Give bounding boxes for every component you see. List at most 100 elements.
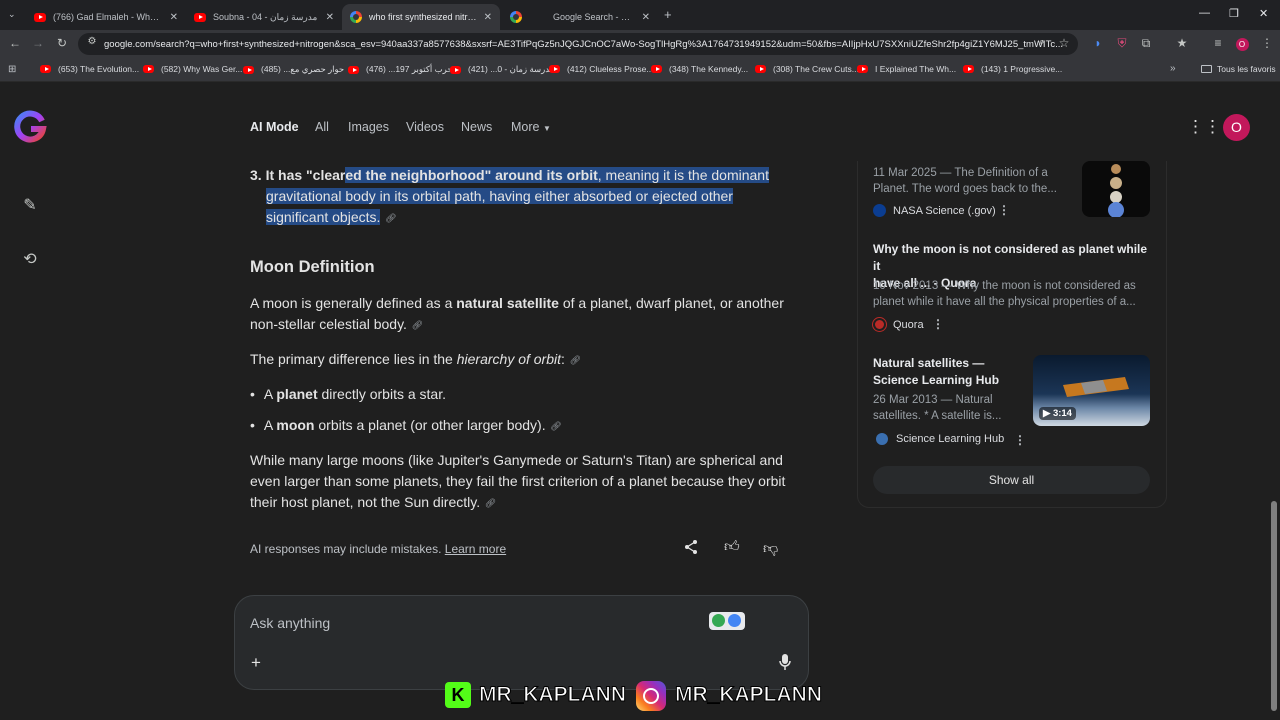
youtube-icon (243, 65, 254, 74)
menu-kebab-icon[interactable]: ⋮ (1259, 36, 1275, 50)
browser-toolbar: google.com/search?q=who+first+synthesize… (0, 30, 1280, 58)
criterion-3-line2: gravitational body in its orbital path, … (266, 188, 733, 204)
link-icon[interactable]: 🔗︎ (550, 420, 563, 433)
page-scrollbar[interactable] (1271, 501, 1277, 711)
quora-logo-icon (873, 318, 886, 331)
share-icon[interactable] (683, 539, 699, 560)
slh-logo-icon (876, 433, 888, 445)
address-bar[interactable]: google.com/search?q=who+first+synthesize… (78, 33, 1078, 55)
source-title[interactable]: Natural satellites — Science Learning Hub (873, 355, 1023, 389)
more-bookmarks-icon[interactable]: » (1170, 63, 1176, 74)
new-tab-icon[interactable]: + (664, 7, 672, 22)
minimize-icon[interactable]: — (1199, 7, 1210, 19)
show-all-button[interactable]: Show all (873, 466, 1150, 494)
caret-down-icon: ▼ (542, 124, 551, 133)
all-bookmarks-folder[interactable]: Tous les favoris (1201, 64, 1276, 74)
primary-difference: The primary difference lies in the hiera… (250, 351, 582, 367)
youtube-icon (348, 65, 359, 74)
tab-ai-mode[interactable]: AI Mode (250, 120, 299, 134)
tab-news[interactable]: News (461, 120, 492, 134)
tab-google-search[interactable]: Google Search - المصمم ✕ (502, 4, 658, 30)
bookmark-star-icon[interactable]: ☆ (1056, 36, 1072, 50)
watermark-handle-kick: MR_KAPLANN (479, 683, 627, 707)
ask-input[interactable]: Ask anything (250, 615, 330, 631)
maximize-icon[interactable]: ❐ (1229, 7, 1239, 20)
moon-paragraph: A moon is generally defined as a natural… (250, 295, 784, 332)
account-avatar[interactable]: O (1223, 114, 1250, 141)
moon-definition-heading: Moon Definition (250, 258, 375, 276)
extension-shield-icon[interactable]: ⛨ (1114, 36, 1130, 51)
bookmark-item[interactable]: (582) Why Was Ger... (143, 64, 242, 74)
bookmarks-bar: ⊞ (653) The Evolution... (582) Why Was G… (0, 58, 1280, 82)
bookmark-item[interactable]: (348) The Kennedy... (651, 64, 748, 74)
profile-icon[interactable]: O (1234, 36, 1250, 51)
link-icon[interactable]: 🔗︎ (484, 497, 497, 510)
close-tab-icon[interactable]: ✕ (642, 12, 650, 23)
new-chat-icon[interactable]: ✎ (20, 195, 40, 215)
zoom-search-icon[interactable]: ⌕ (1034, 36, 1050, 49)
bookmark-item[interactable]: I Explained The Wh... (857, 64, 956, 74)
search-page: ✎ ⟲ AI Mode All Images Videos News More … (0, 83, 1280, 720)
highlighted-text: ed the neighborhood" around its orbit, m… (345, 167, 769, 183)
back-icon[interactable]: ← (7, 36, 23, 50)
youtube-icon (549, 65, 560, 73)
apps-grid-icon[interactable]: ⊞ (8, 64, 16, 75)
tab-videos[interactable]: Videos (406, 120, 444, 134)
tab-madrasat-zaman[interactable]: مدرسة زمان - 04 - Soubna ✕ (186, 4, 342, 30)
tab-gad-elmaleh[interactable]: (766) Gad Elmaleh - Where is B ✕ (26, 4, 186, 30)
google-lens-icon[interactable] (709, 612, 745, 630)
tab-more[interactable]: More ▼ (511, 120, 551, 134)
site-info-icon[interactable]: ⚙ (84, 36, 100, 47)
youtube-icon (651, 65, 662, 73)
link-icon[interactable]: 🔗︎ (384, 212, 397, 225)
bookmark-item[interactable]: مدرسة زمان - 0... (421) (450, 64, 554, 75)
source-snippet: 26 Mar 2013 — Natural satellites. * A sat… (873, 394, 1002, 422)
youtube-icon (194, 11, 206, 23)
thumbs-down-icon[interactable]: 👎︎ (763, 540, 778, 558)
tab-strip: ⌄ (766) Gad Elmaleh - Where is B ✕ مدرسة… (0, 0, 1280, 30)
reload-icon[interactable]: ↻ (54, 36, 70, 50)
source-science-learning-hub[interactable]: Science Learning Hub (876, 433, 1004, 445)
tab-nitrogen-search[interactable]: who first synthesized nitrogen ✕ (342, 4, 500, 30)
favorites-icon[interactable]: ★ (1174, 36, 1190, 50)
nasa-logo-icon (873, 204, 886, 217)
criterion-3-lead: It has "clear (265, 167, 346, 183)
satellite-video-thumbnail[interactable]: ▶ 3:14 (1033, 355, 1150, 426)
bookmark-item[interactable]: حوار حصري مع... (485) (243, 64, 344, 75)
close-tab-icon[interactable]: ✕ (326, 12, 334, 23)
close-window-icon[interactable]: ✕ (1259, 7, 1268, 20)
bookmark-item[interactable]: (653) The Evolution... (40, 64, 139, 74)
source-snippet: 10 Nov 2013 — Why the moon is not consid… (873, 280, 1136, 308)
tab-images[interactable]: Images (348, 120, 389, 134)
bookmark-item[interactable]: (143) 1 Progressive... (963, 64, 1062, 74)
bookmark-item[interactable]: (412) Clueless Prose... (549, 64, 653, 74)
extensions-puzzle-icon[interactable]: ⧉ (1138, 36, 1154, 51)
source-quora[interactable]: Quora (873, 318, 924, 331)
reading-list-icon[interactable]: ≡ (1210, 36, 1226, 50)
history-icon[interactable]: ⟲ (20, 249, 40, 269)
google-icon (350, 11, 362, 23)
add-attachment-icon[interactable]: + (251, 653, 261, 673)
bookmark-item[interactable]: (308) The Crew Cuts... (755, 64, 859, 74)
link-icon[interactable]: 🔗︎ (569, 354, 582, 367)
thumbs-up-icon[interactable]: 👍︎ (724, 538, 740, 556)
forward-icon[interactable]: → (30, 36, 46, 50)
source-snippet: 11 Mar 2025 — The Definition of a Planet.… (873, 167, 1057, 195)
extension-translate-icon[interactable]: ◗ (1090, 36, 1106, 50)
tab-search-icon[interactable]: ⌄ (8, 9, 16, 20)
learn-more-link[interactable]: Learn more (445, 542, 506, 556)
source-nasa[interactable]: NASA Science (.gov) (873, 204, 996, 217)
link-icon[interactable]: 🔗︎ (411, 319, 424, 332)
source-menu-icon[interactable]: ⋮ (1014, 433, 1026, 447)
source-menu-icon[interactable]: ⋮ (998, 203, 1010, 217)
source-menu-icon[interactable]: ⋮ (932, 317, 944, 331)
planets-thumbnail[interactable] (1082, 161, 1150, 217)
microphone-icon[interactable] (778, 653, 792, 676)
tab-all[interactable]: All (315, 120, 329, 134)
close-tab-icon[interactable]: ✕ (484, 12, 492, 23)
close-tab-icon[interactable]: ✕ (170, 12, 178, 23)
google-g-logo[interactable] (12, 109, 48, 145)
bookmark-item[interactable]: حرب أكتوبر 197... (476) (348, 64, 453, 75)
bullet-moon: • A moon orbits a planet (or other larger… (250, 417, 563, 433)
play-icon: ▶ (1043, 408, 1051, 419)
